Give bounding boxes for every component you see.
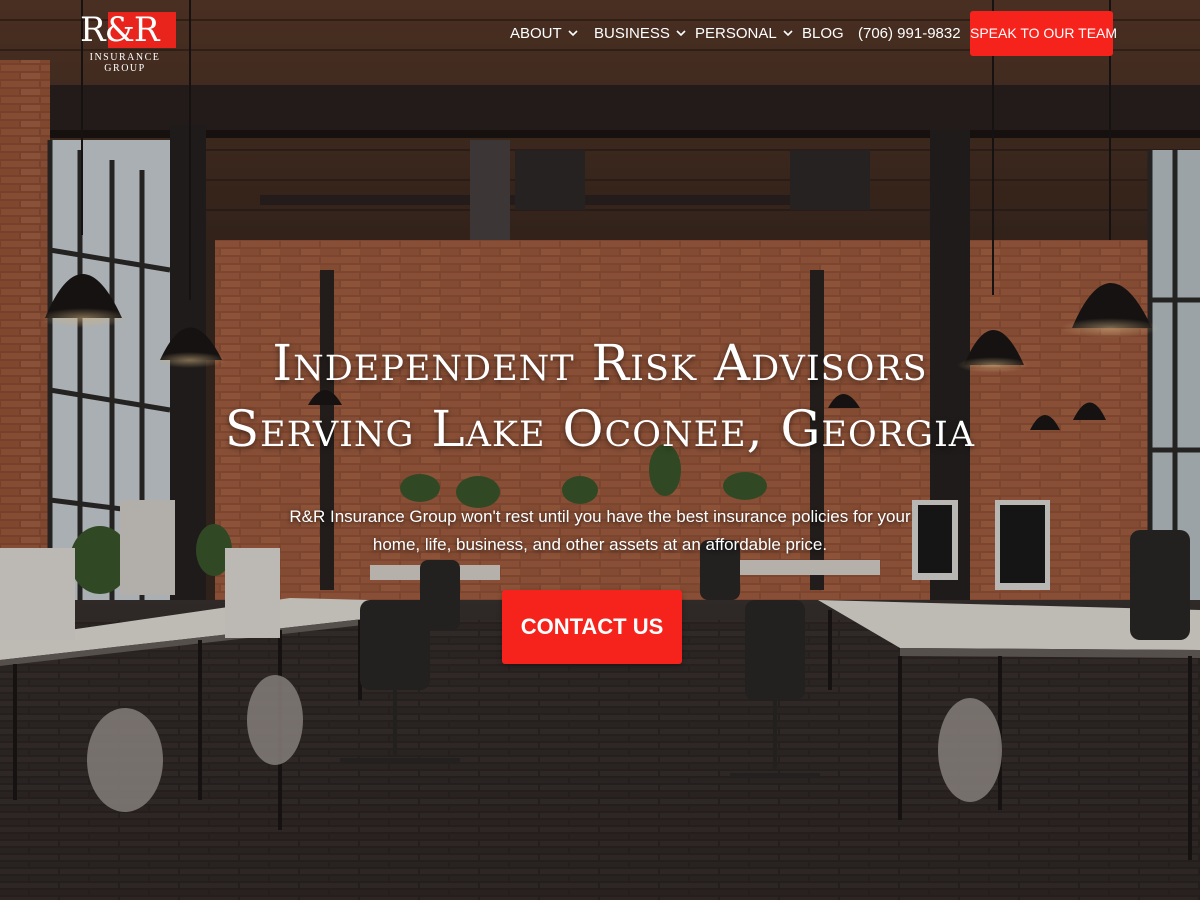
page: R&R INSURANCE GROUP ABOUT BUSINESS PERSO… — [0, 0, 1200, 900]
hero-subtitle: R&R Insurance Group won't rest until you… — [250, 503, 950, 559]
hero-title-line-2: Serving Lake Oconee, Georgia — [224, 400, 976, 458]
phone-number-link: (706) 991-9832 — [858, 25, 961, 42]
logo-subtitle: INSURANCE GROUP — [89, 52, 161, 74]
hero-subtitle-line-1: R&R Insurance Group won't rest until you… — [289, 507, 911, 526]
nav-item-blog[interactable]: BLOG — [802, 24, 844, 44]
nav-item-blog-label: BLOG — [802, 25, 844, 42]
nav-item-about-label: ABOUT — [510, 25, 562, 42]
hero-subtitle-line-2: home, life, business, and other assets a… — [372, 535, 828, 554]
chevron-down-icon — [568, 23, 578, 43]
site-header: R&R INSURANCE GROUP ABOUT BUSINESS PERSO… — [0, 0, 1200, 74]
brand-logo[interactable]: R&R INSURANCE GROUP — [72, 10, 178, 74]
nav-item-about[interactable]: ABOUT — [510, 24, 578, 44]
chevron-down-icon — [676, 23, 686, 43]
speak-to-our-team-button[interactable]: SPEAK TO OUR TEAM — [970, 11, 1117, 56]
nav-item-business[interactable]: BUSINESS — [594, 24, 686, 44]
nav-item-business-label: BUSINESS — [594, 25, 670, 42]
nav-item-phone[interactable]: (706) 991-9832 — [858, 24, 961, 44]
chevron-down-icon — [783, 23, 793, 43]
logo-mark-text: R&R — [80, 10, 159, 50]
hero-title: Independent Risk Advisors Serving Lake O… — [150, 330, 1050, 462]
nav-item-personal[interactable]: PERSONAL — [695, 24, 793, 44]
contact-us-button[interactable]: CONTACT US — [502, 590, 682, 664]
hero-title-line-1: Independent Risk Advisors — [272, 334, 928, 392]
nav-item-personal-label: PERSONAL — [695, 25, 777, 42]
logo-mark: R&R — [72, 10, 178, 50]
